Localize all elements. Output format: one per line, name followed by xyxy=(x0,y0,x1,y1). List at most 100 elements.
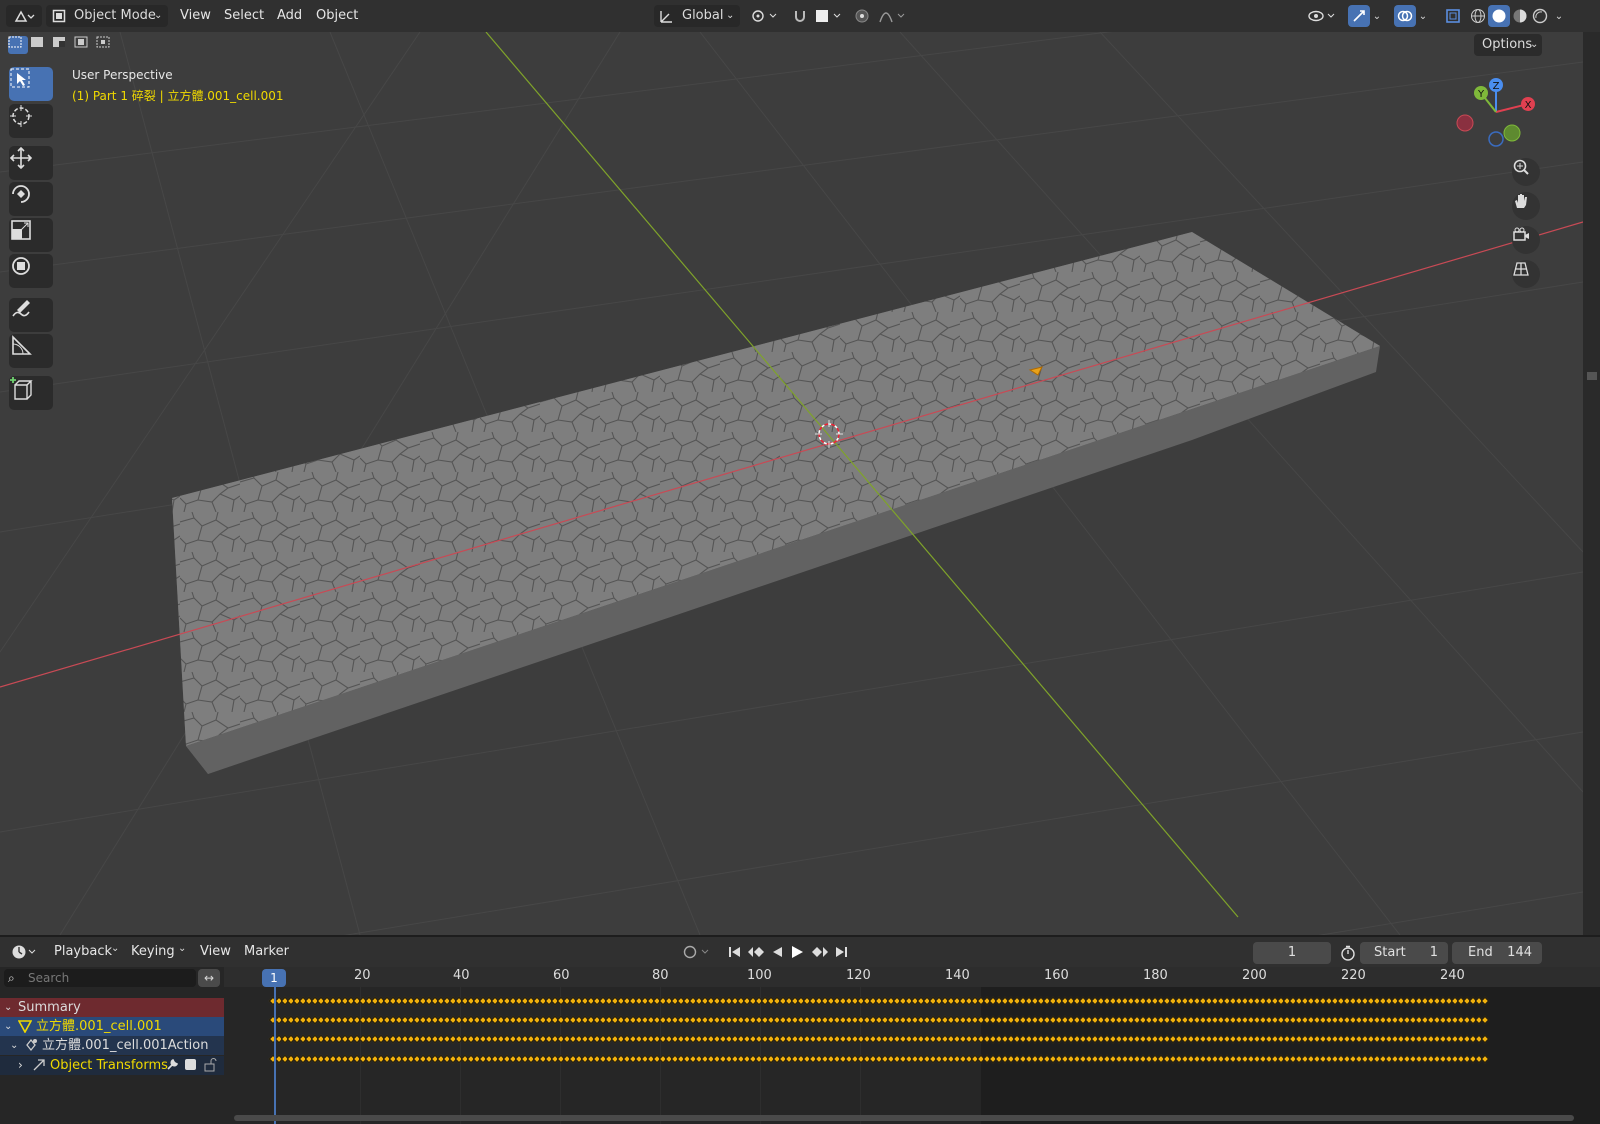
channel-group-label: Object Transforms xyxy=(50,1058,168,1073)
jump-prev-keyframe-icon[interactable] xyxy=(746,942,766,962)
ruler-tick: 100 xyxy=(747,968,772,983)
tool-transform[interactable] xyxy=(9,254,53,288)
group-keyframes[interactable] xyxy=(268,1054,1490,1064)
timeline-menu-keying[interactable]: Keying xyxy=(131,940,175,964)
ruler-tick: 180 xyxy=(1143,968,1168,983)
menu-select[interactable]: Select xyxy=(224,4,264,28)
channel-summary-label: Summary xyxy=(18,1000,81,1015)
search-input[interactable]: ⌕ Search xyxy=(4,969,196,987)
tool-scale[interactable] xyxy=(9,218,53,252)
zoom-icon[interactable] xyxy=(1512,158,1540,186)
menu-view[interactable]: View xyxy=(180,4,211,28)
tool-select-box[interactable] xyxy=(9,67,53,101)
ruler-tick: 160 xyxy=(1044,968,1069,983)
wrench-icon[interactable] xyxy=(165,1058,179,1078)
select-extend-icon[interactable] xyxy=(30,36,50,54)
auto-keying-icon[interactable] xyxy=(680,942,714,962)
orientation-icon xyxy=(658,7,676,25)
solid-shading-icon[interactable] xyxy=(1488,5,1510,27)
summary-keyframes[interactable] xyxy=(268,996,1490,1006)
select-mode-group xyxy=(6,34,114,56)
preview-range-icon[interactable] xyxy=(1338,943,1358,963)
perspective-label: User Perspective xyxy=(72,68,173,82)
measure-ruler-icon xyxy=(12,335,32,355)
tool-annotate[interactable] xyxy=(9,298,53,332)
visibility-icon[interactable] xyxy=(1306,6,1340,26)
pan-hand-icon[interactable] xyxy=(1512,192,1540,220)
chevron-down-icon[interactable]: ⌄ xyxy=(1416,6,1430,26)
tool-measure[interactable] xyxy=(9,334,53,368)
falloff-icon[interactable] xyxy=(876,6,910,26)
navigation-gizmo[interactable]: Y X Z xyxy=(1448,72,1552,152)
pivot-point-icon[interactable] xyxy=(748,6,782,26)
channel-summary[interactable]: ⌄ Summary xyxy=(0,998,224,1017)
editor-type-button[interactable] xyxy=(6,5,42,27)
jump-end-icon[interactable] xyxy=(832,942,850,962)
ruler-tick: 200 xyxy=(1242,968,1267,983)
action-keyframes[interactable] xyxy=(268,1034,1490,1044)
action-icon xyxy=(24,1038,38,1058)
select-cursor-icon xyxy=(10,68,30,88)
start-frame-field[interactable]: Start 1 xyxy=(1360,942,1448,964)
ruler-tick: 20 xyxy=(354,968,371,983)
wireframe-shading-icon[interactable] xyxy=(1468,5,1488,27)
channel-action[interactable]: ⌄ 立方體.001_cell.001Action xyxy=(0,1036,224,1055)
fractured-slab-top[interactable] xyxy=(172,232,1380,746)
xray-toggle-icon[interactable] xyxy=(1442,5,1464,27)
channel-group[interactable]: › Object Transforms xyxy=(0,1056,224,1075)
material-shading-icon[interactable] xyxy=(1510,5,1530,27)
select-intersect-icon[interactable] xyxy=(96,36,116,54)
chevron-down-icon: ⌄ xyxy=(4,1021,13,1032)
ruler-tick: 40 xyxy=(453,968,470,983)
overlays-toggle-icon[interactable] xyxy=(1394,5,1416,27)
select-invert-icon[interactable] xyxy=(74,36,94,54)
jump-start-icon[interactable] xyxy=(726,942,744,962)
chevron-down-icon: ⌄ xyxy=(726,10,735,21)
channel-enable-checkbox[interactable] xyxy=(185,1059,196,1070)
timeline-editor-type-icon[interactable] xyxy=(8,941,40,963)
jump-next-keyframe-icon[interactable] xyxy=(810,942,830,962)
end-value: 144 xyxy=(1507,945,1532,960)
tool-add-cube[interactable] xyxy=(9,376,53,410)
timeline-menu-playback[interactable]: Playback xyxy=(54,940,112,964)
end-frame-field[interactable]: End 144 xyxy=(1452,942,1542,964)
timeline-menu-marker[interactable]: Marker xyxy=(244,940,289,964)
mode-dropdown[interactable]: Object Mode ⌄ xyxy=(46,5,168,27)
perspective-toggle-icon[interactable] xyxy=(1512,260,1540,288)
play-icon[interactable] xyxy=(788,942,806,962)
tool-rotate[interactable] xyxy=(9,182,53,216)
snap-icon[interactable] xyxy=(790,6,810,26)
properties-tab-strip[interactable] xyxy=(1583,32,1600,935)
horizontal-scrollbar[interactable] xyxy=(234,1115,1574,1121)
tool-cursor[interactable] xyxy=(9,104,53,138)
options-dropdown[interactable]: Options ⌄ xyxy=(1474,34,1542,56)
snap-target-icon[interactable] xyxy=(812,6,846,26)
chevron-down-icon[interactable]: ⌄ xyxy=(1370,6,1384,26)
menu-object[interactable]: Object xyxy=(316,4,358,28)
rendered-shading-icon[interactable] xyxy=(1530,5,1550,27)
camera-view-icon[interactable] xyxy=(1512,226,1540,254)
ruler-tick: 60 xyxy=(553,968,570,983)
select-subtract-icon[interactable] xyxy=(52,36,72,54)
swap-arrows-icon[interactable]: ↔ xyxy=(198,969,220,987)
object-keyframes[interactable] xyxy=(268,1015,1490,1025)
chevron-down-icon[interactable]: ⌄ xyxy=(1552,6,1566,26)
active-object-label: (1) Part 1 碎裂 | 立方體.001_cell.001 xyxy=(72,89,284,103)
channel-action-label: 立方體.001_cell.001Action xyxy=(42,1038,209,1053)
current-frame-field[interactable]: 1 xyxy=(1253,942,1331,964)
playhead-frame-indicator[interactable]: 1 xyxy=(262,969,286,987)
channel-object[interactable]: ⌄ 立方體.001_cell.001 xyxy=(0,1017,224,1036)
3d-viewport[interactable]: User Perspective (1) Part 1 碎裂 | 立方體.001… xyxy=(0,32,1583,935)
timeline-menu-view[interactable]: View xyxy=(200,940,231,964)
transform-orientation-dropdown[interactable]: Global ⌄ xyxy=(654,5,740,27)
tool-move[interactable] xyxy=(9,146,53,180)
chevron-down-icon: ⌄ xyxy=(4,1002,13,1013)
timeline-dopesheet[interactable]: 20 40 60 80 100 120 140 160 180 200 220 … xyxy=(0,967,1600,1124)
menu-add[interactable]: Add xyxy=(277,4,302,28)
play-reverse-icon[interactable] xyxy=(768,942,786,962)
proportional-edit-icon[interactable] xyxy=(852,6,872,26)
playhead-line[interactable] xyxy=(274,987,276,1124)
lock-icon[interactable] xyxy=(203,1058,217,1078)
select-new-icon[interactable] xyxy=(8,36,28,54)
gizmo-toggle-icon[interactable] xyxy=(1348,5,1370,27)
